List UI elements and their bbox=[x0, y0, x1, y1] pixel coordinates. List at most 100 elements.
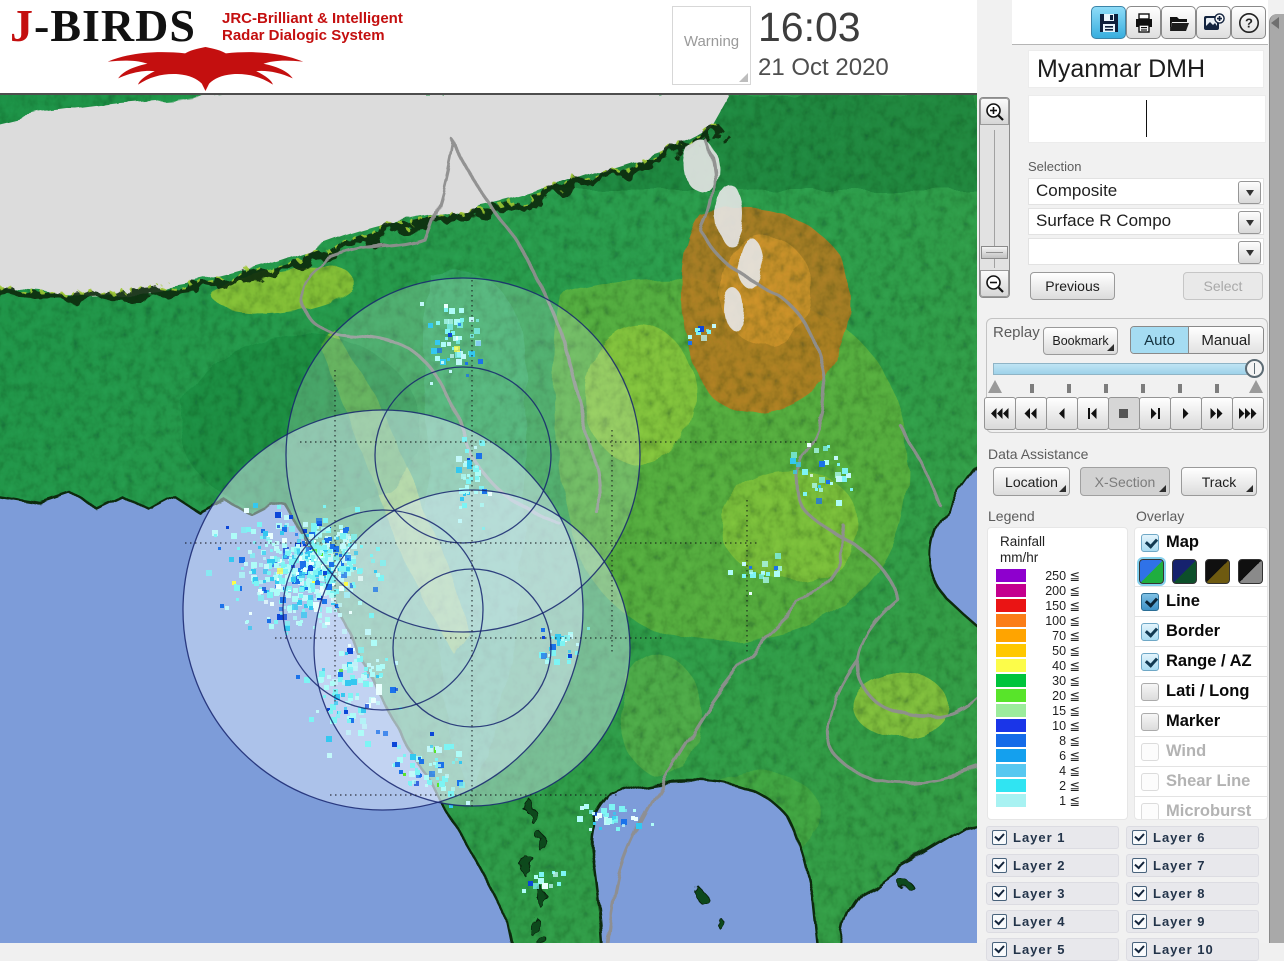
save-button[interactable] bbox=[1091, 6, 1126, 39]
checkbox[interactable] bbox=[1141, 683, 1159, 701]
help-button[interactable]: ? bbox=[1231, 6, 1266, 39]
checkbox[interactable] bbox=[992, 942, 1007, 957]
overlay-item-label: Wind bbox=[1166, 742, 1206, 761]
playback-stop-button[interactable] bbox=[1108, 397, 1140, 430]
layer-toggle-layer-9[interactable]: Layer 9 bbox=[1126, 910, 1259, 933]
legend-row: 8 ≦ bbox=[988, 733, 1127, 748]
playback-fwd2-button[interactable] bbox=[1201, 397, 1233, 430]
playback-play-button[interactable] bbox=[1170, 397, 1202, 430]
overlay-item-wind[interactable]: Wind bbox=[1135, 736, 1267, 766]
blank-input[interactable] bbox=[1028, 95, 1266, 143]
svg-text:?: ? bbox=[1245, 15, 1253, 30]
warning-box[interactable]: Warning bbox=[672, 6, 751, 85]
clock-date: 21 Oct 2020 bbox=[758, 54, 889, 82]
checkbox[interactable] bbox=[992, 886, 1007, 901]
overlay-item-map[interactable]: Map bbox=[1135, 528, 1267, 557]
selection-dropdown-2[interactable]: Surface R Compo bbox=[1028, 208, 1264, 235]
legend-row: 250 ≦ bbox=[988, 568, 1127, 583]
location-button[interactable]: Location bbox=[993, 467, 1070, 496]
legend-row: 40 ≦ bbox=[988, 658, 1127, 673]
checkbox[interactable] bbox=[1132, 914, 1147, 929]
checkbox[interactable] bbox=[1132, 886, 1147, 901]
chevron-down-icon[interactable] bbox=[1238, 241, 1261, 264]
legend-row: 70 ≦ bbox=[988, 628, 1127, 643]
track-button[interactable]: Track bbox=[1181, 467, 1257, 496]
overlay-label: Overlay bbox=[1136, 508, 1184, 524]
slider-tick bbox=[1141, 384, 1145, 393]
layer-toggle-layer-10[interactable]: Layer 10 bbox=[1126, 938, 1259, 961]
chevron-down-icon[interactable] bbox=[1238, 181, 1261, 204]
selection-dropdown-3[interactable] bbox=[1028, 238, 1264, 265]
zoom-slider-thumb[interactable] bbox=[981, 246, 1008, 259]
replay-label: Replay bbox=[993, 324, 1040, 341]
clock-time: 16:03 bbox=[758, 4, 861, 51]
open-folder-button[interactable] bbox=[1161, 6, 1196, 39]
overlay-item-lati-long[interactable]: Lati / Long bbox=[1135, 676, 1267, 706]
x-section-button[interactable]: X-Section bbox=[1080, 467, 1170, 496]
layer-toggle-layer-1[interactable]: Layer 1 bbox=[986, 826, 1119, 849]
layer-toggle-layer-7[interactable]: Layer 7 bbox=[1126, 854, 1259, 877]
slider-end-marker[interactable] bbox=[1249, 380, 1263, 393]
playback-start-button[interactable] bbox=[1077, 397, 1109, 430]
legend-value: 30 ≦ bbox=[1024, 673, 1080, 688]
logo-title: J-BIRDS bbox=[10, 4, 196, 48]
playback-end-button[interactable] bbox=[1139, 397, 1171, 430]
app-logo: J-BIRDS JRC-Brilliant & Intelligent Rada… bbox=[10, 4, 430, 90]
legend-title-unit: mm/hr bbox=[1000, 550, 1045, 566]
overlay-item-marker[interactable]: Marker bbox=[1135, 706, 1267, 736]
select-button[interactable]: Select bbox=[1183, 272, 1263, 300]
checkbox[interactable] bbox=[1141, 713, 1159, 731]
checkbox[interactable] bbox=[1141, 534, 1159, 552]
checkbox[interactable] bbox=[1132, 942, 1147, 957]
auto-button[interactable]: Auto bbox=[1131, 327, 1188, 353]
layer-toggle-layer-8[interactable]: Layer 8 bbox=[1126, 882, 1259, 905]
replay-slider-track[interactable] bbox=[993, 363, 1259, 375]
playback-rew3-button[interactable] bbox=[984, 397, 1016, 430]
playback-prev-button[interactable] bbox=[1046, 397, 1078, 430]
overlay-item-label: Map bbox=[1166, 533, 1199, 552]
checkbox[interactable] bbox=[1132, 830, 1147, 845]
layer-toggle-layer-5[interactable]: Layer 5 bbox=[986, 938, 1119, 961]
overlay-item-border[interactable]: Border bbox=[1135, 616, 1267, 646]
zoom-out-button[interactable] bbox=[980, 270, 1009, 297]
overlay-item-line[interactable]: Line bbox=[1135, 586, 1267, 616]
print-button[interactable] bbox=[1126, 6, 1161, 39]
checkbox[interactable] bbox=[1141, 653, 1159, 671]
layer-toggle-layer-6[interactable]: Layer 6 bbox=[1126, 826, 1259, 849]
bookmark-button[interactable]: Bookmark bbox=[1043, 327, 1118, 355]
checkbox[interactable] bbox=[992, 830, 1007, 845]
checkbox[interactable] bbox=[1141, 623, 1159, 641]
chevron-down-icon[interactable] bbox=[1238, 211, 1261, 234]
map-style-olive-swatch[interactable] bbox=[1205, 559, 1230, 584]
playback-rew2-button[interactable] bbox=[1015, 397, 1047, 430]
map-style-dark-blue-swatch[interactable] bbox=[1172, 559, 1197, 584]
selection-dropdown-1[interactable]: Composite bbox=[1028, 178, 1264, 205]
map-style-gray-swatch[interactable] bbox=[1238, 559, 1263, 584]
previous-button[interactable]: Previous bbox=[1030, 272, 1115, 300]
legend-color-swatch bbox=[996, 734, 1026, 747]
legend-value: 1 ≦ bbox=[1024, 793, 1080, 808]
overlay-item-range-az[interactable]: Range / AZ bbox=[1135, 646, 1267, 676]
map-style-color-swatch[interactable] bbox=[1139, 559, 1164, 584]
checkbox[interactable] bbox=[1141, 593, 1159, 611]
manual-button[interactable]: Manual bbox=[1188, 327, 1263, 353]
slider-start-marker[interactable] bbox=[988, 380, 1002, 393]
legend-value: 2 ≦ bbox=[1024, 778, 1080, 793]
layer-toggle-layer-4[interactable]: Layer 4 bbox=[986, 910, 1119, 933]
panel-collapse-icon[interactable] bbox=[1271, 17, 1279, 29]
help-icon: ? bbox=[1238, 12, 1260, 34]
overlay-item-shear-line[interactable]: Shear Line bbox=[1135, 766, 1267, 796]
panel-collapse-strip[interactable] bbox=[1269, 14, 1284, 943]
replay-slider-thumb[interactable] bbox=[1245, 359, 1264, 378]
legend-color-swatch bbox=[996, 719, 1026, 732]
checkbox[interactable] bbox=[992, 858, 1007, 873]
checkbox[interactable] bbox=[992, 914, 1007, 929]
checkbox[interactable] bbox=[1132, 858, 1147, 873]
layer-toggle-layer-3[interactable]: Layer 3 bbox=[986, 882, 1119, 905]
overlay-item-microburst[interactable]: Microburst bbox=[1135, 796, 1267, 820]
zoom-in-button[interactable] bbox=[980, 98, 1009, 125]
playback-fwd3-button[interactable] bbox=[1232, 397, 1264, 430]
radar-map[interactable] bbox=[0, 95, 977, 943]
layer-toggle-layer-2[interactable]: Layer 2 bbox=[986, 854, 1119, 877]
add-image-button[interactable] bbox=[1196, 6, 1231, 39]
